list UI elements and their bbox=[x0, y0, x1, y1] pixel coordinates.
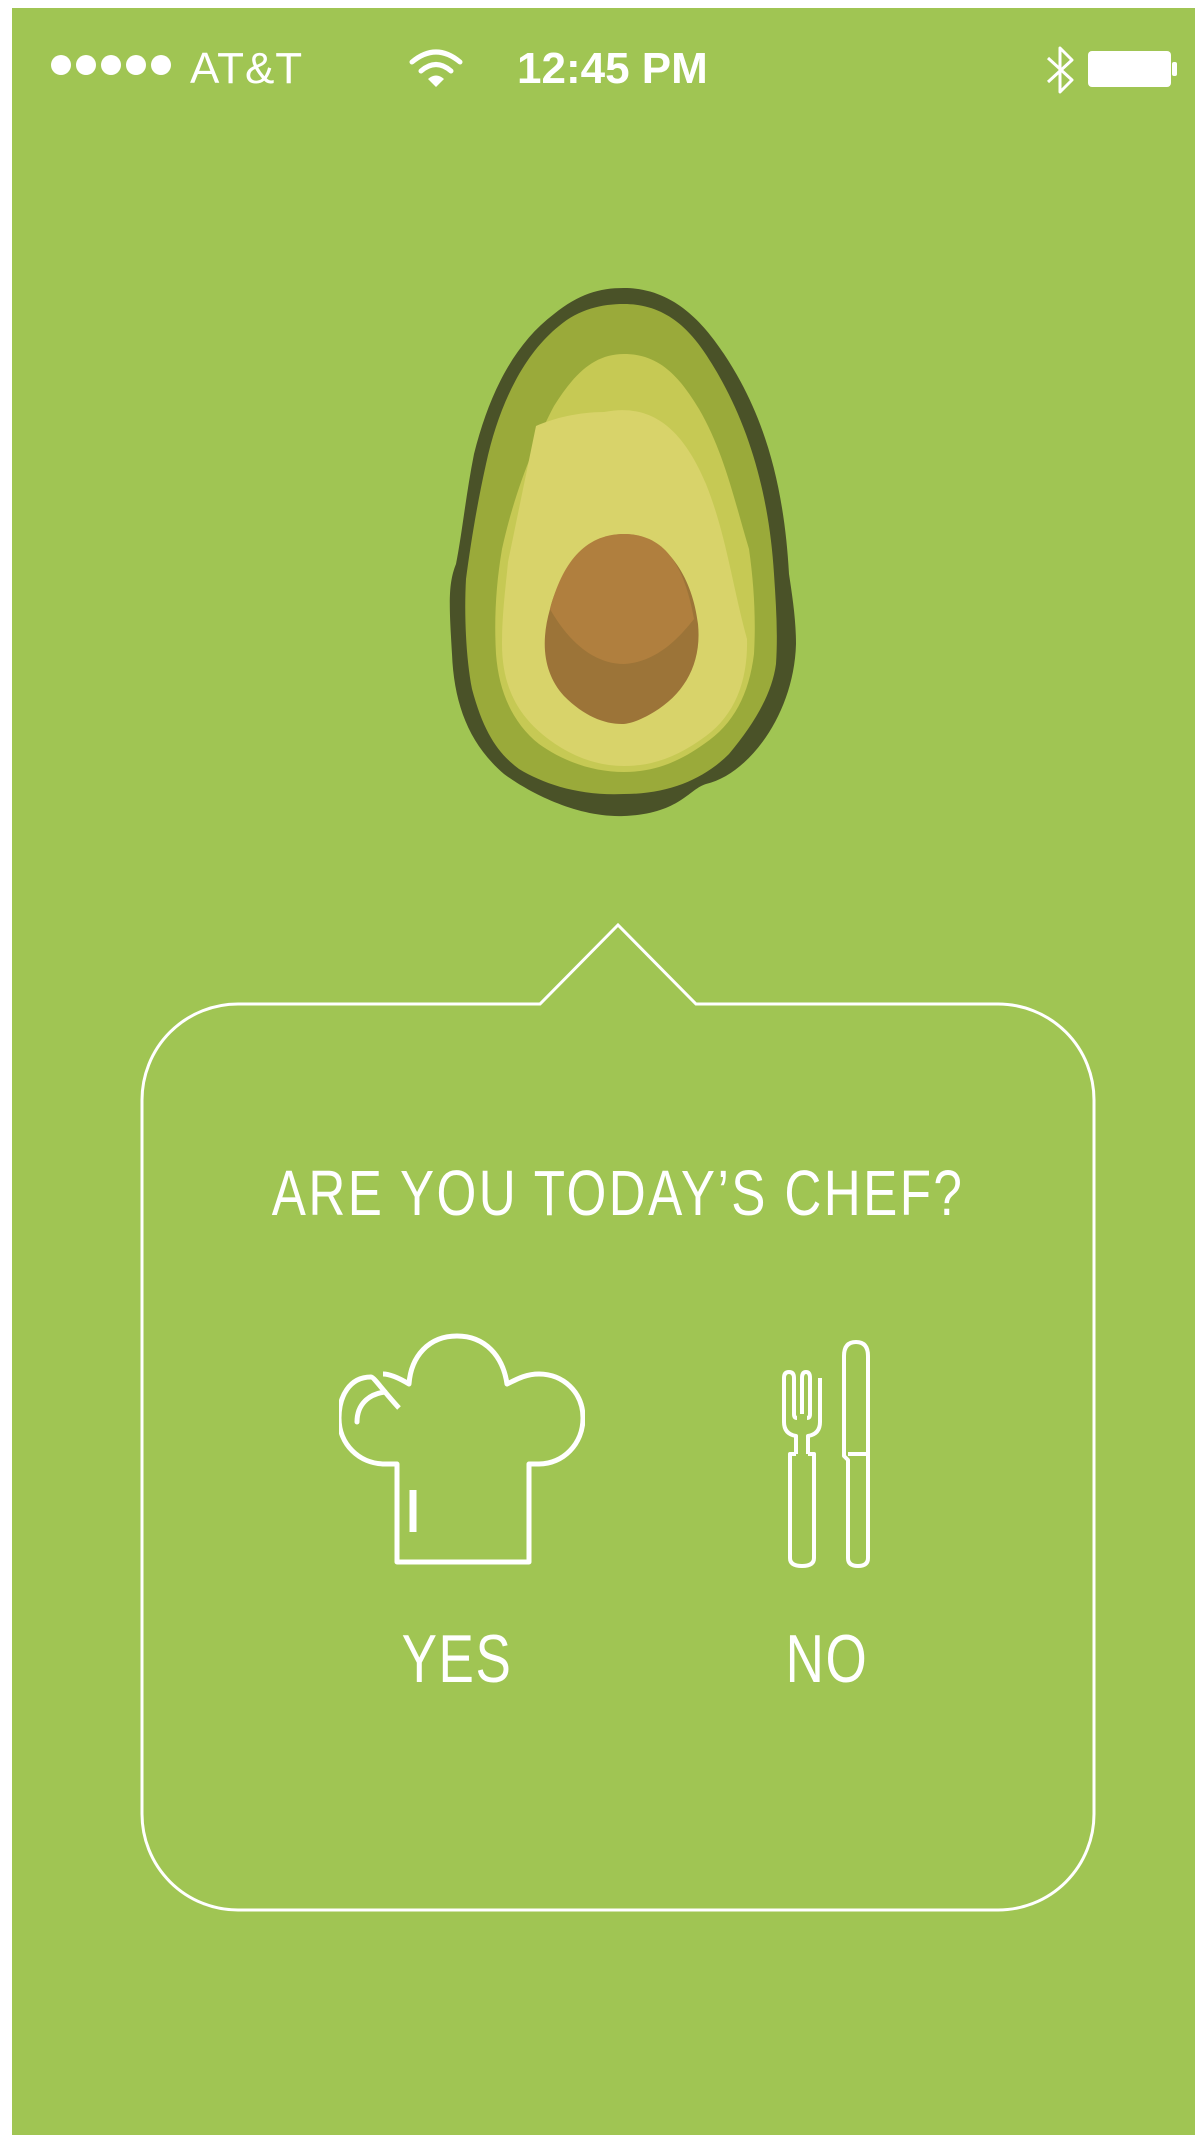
no-label: NO bbox=[785, 1621, 869, 1697]
yes-button[interactable]: YES bbox=[327, 1320, 587, 1710]
signal-dots-icon bbox=[51, 55, 171, 75]
status-bar: AT&T 12:45 PM bbox=[12, 8, 1195, 128]
app-screen: AT&T 12:45 PM ARE YOU TODAY’S CHEF? YES … bbox=[12, 8, 1195, 2135]
no-button[interactable]: NO bbox=[752, 1320, 902, 1710]
chef-question: ARE YOU TODAY’S CHEF? bbox=[271, 1157, 965, 1229]
avocado-illustration bbox=[449, 288, 796, 817]
battery-icon bbox=[1088, 51, 1177, 87]
yes-label: YES bbox=[401, 1621, 513, 1697]
bluetooth-icon bbox=[1046, 46, 1074, 94]
chef-hat-icon bbox=[339, 1333, 585, 1565]
fork-knife-icon bbox=[782, 1340, 870, 1568]
prompt-bubble bbox=[140, 922, 1096, 1912]
signal-dot bbox=[51, 55, 71, 75]
wifi-icon bbox=[409, 49, 463, 87]
signal-dot bbox=[126, 55, 146, 75]
clock: 12:45 PM bbox=[517, 44, 708, 93]
signal-dot bbox=[151, 55, 171, 75]
signal-dot bbox=[101, 55, 121, 75]
carrier-name: AT&T bbox=[190, 44, 304, 93]
signal-dot bbox=[76, 55, 96, 75]
